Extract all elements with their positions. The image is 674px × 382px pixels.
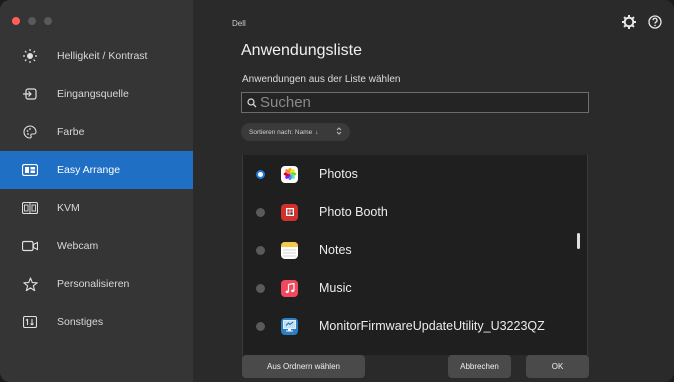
gear-icon[interactable]: [622, 15, 636, 34]
search-icon: [246, 97, 258, 109]
kvm-icon: [22, 200, 38, 216]
sidebar-item-brightness[interactable]: Helligkeit / Kontrast: [0, 37, 193, 75]
sidebar-item-label: Sonstiges: [57, 316, 104, 328]
sun-icon: [22, 48, 38, 64]
sidebar-item-label: Eingangsquelle: [57, 88, 129, 100]
search-input[interactable]: [260, 94, 580, 111]
sidebar-item-input-source[interactable]: Eingangsquelle: [0, 75, 193, 113]
window-controls: [12, 17, 52, 25]
list-item[interactable]: Photo Booth: [243, 193, 587, 231]
help-icon[interactable]: [648, 15, 662, 34]
radio-button[interactable]: [256, 245, 265, 255]
easy-arrange-icon: [22, 162, 38, 178]
main-panel: Dell Anwendungsliste Anwendungen aus der…: [193, 0, 674, 382]
close-window-button[interactable]: [12, 17, 20, 25]
app-name: Notes: [319, 243, 352, 257]
chevron-updown-icon: [336, 126, 342, 138]
ok-button[interactable]: OK: [526, 355, 589, 378]
sidebar-item-label: Easy Arrange: [57, 164, 121, 176]
page-subtitle: Anwendungen aus der Liste wählen: [242, 74, 401, 85]
sidebar-item-label: Farbe: [57, 126, 85, 138]
palette-icon: [22, 124, 38, 140]
radio-button[interactable]: [256, 207, 265, 217]
app-name: MonitorFirmwareUpdateUtility_U3223QZ: [319, 319, 545, 333]
music-icon: [281, 279, 298, 297]
radio-button[interactable]: [256, 321, 265, 331]
sidebar-item-label: KVM: [57, 202, 80, 214]
sidebar-item-personalize[interactable]: Personalisieren: [0, 265, 193, 303]
page-title: Anwendungsliste: [241, 42, 362, 59]
sidebar-item-label: Personalisieren: [57, 278, 130, 290]
sidebar-item-webcam[interactable]: Webcam: [0, 227, 193, 265]
minimize-window-button[interactable]: [28, 17, 36, 25]
scrollbar-thumb[interactable]: [577, 233, 580, 249]
radio-button[interactable]: [256, 283, 265, 293]
notes-icon: [281, 241, 298, 259]
cancel-button[interactable]: Abbrechen: [448, 355, 511, 378]
list-item[interactable]: Music: [243, 269, 587, 307]
top-toolbar: [622, 15, 662, 34]
sidebar-item-label: Webcam: [57, 240, 99, 252]
app-window: Helligkeit / Kontrast Eingangsquelle Far…: [0, 0, 674, 382]
zoom-window-button[interactable]: [44, 17, 52, 25]
radio-button[interactable]: [256, 169, 265, 179]
monitor-utility-icon: [281, 317, 298, 335]
photo-booth-icon: [281, 203, 298, 221]
other-icon: [22, 314, 38, 330]
sort-label: Sortieren nach: Name: [249, 128, 313, 136]
list-item[interactable]: Photos: [243, 155, 587, 193]
input-source-icon: [22, 86, 38, 102]
sidebar-item-other[interactable]: Sonstiges: [0, 303, 193, 341]
app-list: Photos Photo Booth Notes Music MonitorFi…: [242, 155, 588, 355]
sidebar-item-easy-arrange[interactable]: Easy Arrange: [0, 151, 193, 189]
brand-label: Dell: [232, 19, 246, 28]
webcam-icon: [22, 238, 38, 254]
star-icon: [22, 276, 38, 292]
sidebar-item-kvm[interactable]: KVM: [0, 189, 193, 227]
search-box: [241, 92, 589, 113]
sidebar-item-label: Helligkeit / Kontrast: [57, 50, 148, 62]
list-item[interactable]: MonitorFirmwareUpdateUtility_U3223QZ: [243, 307, 587, 345]
sidebar-item-color[interactable]: Farbe: [0, 113, 193, 151]
list-item[interactable]: Notes: [243, 231, 587, 269]
choose-from-folders-button[interactable]: Aus Ordnern wählen: [242, 355, 365, 378]
sidebar: Helligkeit / Kontrast Eingangsquelle Far…: [0, 0, 193, 382]
app-name: Music: [319, 281, 352, 295]
app-name: Photo Booth: [319, 205, 388, 219]
sort-dropdown[interactable]: Sortieren nach: Name ↓: [241, 123, 350, 141]
sort-direction-icon: ↓: [315, 128, 319, 136]
photos-icon: [281, 165, 298, 183]
app-name: Photos: [319, 167, 358, 181]
